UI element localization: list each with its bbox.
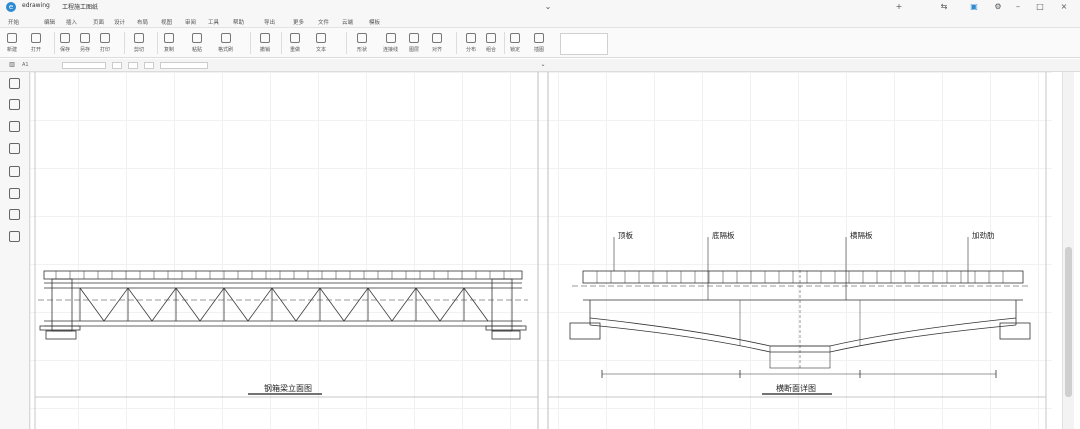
style-selector[interactable]: [160, 62, 208, 69]
ribbon-separator: [157, 32, 158, 54]
ribbon-tool-button[interactable]: 另存: [80, 30, 90, 56]
app-name: edrawing: [22, 2, 50, 9]
save-as-icon: [80, 33, 90, 43]
shape-icon[interactable]: [9, 166, 20, 177]
text-icon: [316, 33, 326, 43]
ribbon-separator: [281, 32, 282, 54]
menu-item[interactable]: 页面: [93, 18, 104, 26]
copy-icon: [164, 33, 174, 43]
stack-icon[interactable]: [9, 188, 20, 199]
theme-icon[interactable]: [9, 231, 20, 242]
ribbon-tool-button[interactable]: 形状: [357, 30, 367, 56]
menu-item[interactable]: 云端: [342, 18, 353, 26]
minimize-icon[interactable]: –: [1010, 0, 1026, 14]
ribbon-separator: [124, 32, 125, 54]
ribbon-tool-button[interactable]: 重做: [290, 30, 300, 56]
ribbon-tool-button[interactable]: 连接线: [383, 30, 398, 56]
redo-icon: [290, 33, 300, 43]
bold-toggle[interactable]: [112, 62, 122, 69]
ribbon-separator: [504, 32, 505, 54]
menu-item[interactable]: 帮助: [233, 18, 244, 26]
close-icon[interactable]: ×: [1056, 0, 1072, 14]
expand-icon[interactable]: ⌄: [535, 58, 551, 72]
cut-icon: [134, 33, 144, 43]
drawing-canvas[interactable]: [30, 72, 1052, 429]
distribute-icon: [466, 33, 476, 43]
font-selector[interactable]: [62, 62, 106, 69]
ribbon-separator: [250, 32, 251, 54]
scrollbar-thumb[interactable]: [1065, 247, 1072, 397]
ribbon-separator: [456, 32, 457, 54]
menu-item[interactable]: 设计: [114, 18, 125, 26]
document-title: 工程施工图纸: [62, 4, 99, 11]
format-painter-icon: [220, 33, 231, 43]
ribbon-tool-button[interactable]: 对齐: [432, 30, 442, 56]
ribbon-tool-button[interactable]: 剪切: [134, 30, 144, 56]
ribbon-tool-button[interactable]: 组合: [486, 30, 496, 56]
ribbon-tool-button[interactable]: 打开: [31, 30, 41, 56]
group-icon: [486, 33, 496, 43]
layers-icon: [409, 33, 419, 43]
ribbon-tool-button[interactable]: 复制: [164, 30, 174, 56]
account-icon[interactable]: ▣: [966, 0, 982, 14]
lock-icon: [510, 33, 520, 43]
paste-icon: [192, 33, 202, 43]
menu-item[interactable]: 更多: [293, 18, 304, 26]
ribbon-tool-button[interactable]: 插图: [534, 30, 544, 56]
ribbon-toolbar: 新建 打开 保存 另存 打印 剪切 复制 粘贴 格式刷 撤销 重做 文本 形状 …: [0, 28, 1080, 58]
ribbon-preview-box[interactable]: [560, 33, 608, 55]
menu-bar: 开始 编辑 插入 页面 设计 布局 视图 审阅 工具 帮助 导出 更多 文件 云…: [0, 14, 1080, 28]
menu-item[interactable]: 导出: [264, 18, 275, 26]
layers-icon[interactable]: [9, 78, 20, 89]
menu-item[interactable]: 文件: [318, 18, 329, 26]
maximize-icon[interactable]: □: [1032, 0, 1048, 14]
connector-icon: [385, 33, 396, 43]
save-icon: [60, 33, 70, 43]
panel-toggle-icon[interactable]: ▥: [4, 58, 20, 72]
menu-item[interactable]: 编辑: [44, 18, 55, 26]
settings-icon[interactable]: ⚙: [990, 0, 1006, 14]
ribbon-tool-button[interactable]: 新建: [7, 30, 17, 56]
ribbon-tool-button[interactable]: 粘贴: [192, 30, 202, 56]
pen-icon[interactable]: [9, 121, 20, 132]
new-file-icon: [7, 33, 17, 43]
italic-toggle[interactable]: [128, 62, 138, 69]
menu-item[interactable]: 模板: [369, 18, 380, 26]
cell-reference: A1: [22, 62, 29, 68]
new-tab-icon[interactable]: +: [891, 0, 907, 14]
ribbon-tool-button[interactable]: 锁定: [510, 30, 520, 56]
tab-dropdown-icon[interactable]: ⌄: [540, 0, 556, 14]
menu-item[interactable]: 工具: [208, 18, 219, 26]
bucket-icon[interactable]: [9, 143, 20, 154]
menu-item[interactable]: 审阅: [185, 18, 196, 26]
menu-item[interactable]: 视图: [161, 18, 172, 26]
tool-sidebar: [0, 72, 30, 429]
share-icon[interactable]: ⇆: [936, 0, 952, 14]
menu-item[interactable]: 布局: [137, 18, 148, 26]
ribbon-tool-button[interactable]: 保存: [60, 30, 70, 56]
image-icon: [534, 33, 544, 43]
ribbon-separator: [346, 32, 347, 54]
grid-icon[interactable]: [9, 209, 20, 220]
undo-icon: [260, 33, 270, 43]
ribbon-tool-button[interactable]: 文本: [316, 30, 326, 56]
app-logo-icon: e: [6, 2, 16, 12]
font-size-selector[interactable]: [144, 62, 154, 69]
menu-item[interactable]: 插入: [66, 18, 77, 26]
shape-icon: [357, 33, 367, 43]
list-icon[interactable]: [9, 99, 20, 110]
vertical-scrollbar[interactable]: [1062, 72, 1074, 429]
menu-item[interactable]: 开始: [8, 18, 19, 26]
ribbon-tool-button[interactable]: 打印: [100, 30, 110, 56]
open-folder-icon: [31, 33, 41, 43]
ribbon-tool-button[interactable]: 分布: [466, 30, 476, 56]
ribbon-tool-button[interactable]: 图层: [409, 30, 419, 56]
property-bar: ▥ A1 ⌄: [0, 59, 1080, 72]
align-icon: [432, 33, 442, 43]
ribbon-tool-button[interactable]: 格式刷: [218, 30, 233, 56]
ribbon-separator: [54, 32, 55, 54]
title-bar: e edrawing 工程施工图纸 ⌄ + ⇆ ▣ ⚙ – □ ×: [0, 0, 1080, 14]
print-icon: [100, 33, 110, 43]
ribbon-tool-button[interactable]: 撤销: [260, 30, 270, 56]
